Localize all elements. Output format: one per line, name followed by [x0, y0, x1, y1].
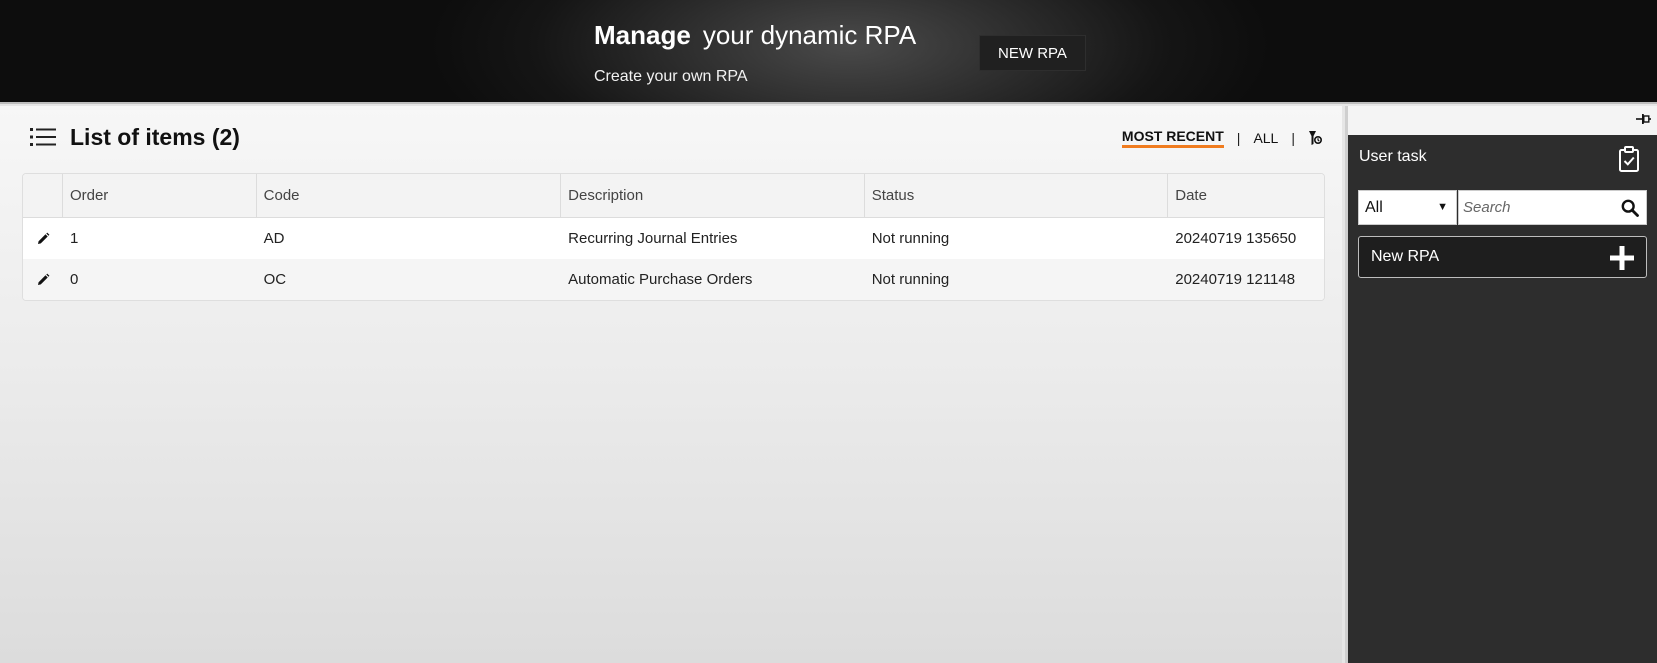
column-header-code[interactable]: Code	[257, 174, 562, 217]
list-title: List of items (2)	[70, 124, 240, 150]
edit-icon[interactable]	[36, 232, 50, 246]
list-filters: MOST RECENT | ALL |	[1121, 128, 1322, 148]
filter-most-recent[interactable]: MOST RECENT	[1121, 128, 1224, 148]
search-icon[interactable]	[1621, 199, 1639, 217]
edit-cell	[23, 259, 63, 300]
main-panel: List of items (2) MOST RECENT | ALL | Or…	[0, 106, 1342, 663]
user-task-sidebar: User task All ▼ New RPA	[1345, 106, 1657, 663]
sidebar-title: User task	[1359, 148, 1427, 165]
column-header-status[interactable]: Status	[865, 174, 1169, 217]
cell-description: Automatic Purchase Orders	[568, 271, 753, 288]
header-title-bold: Manage	[594, 20, 691, 50]
cell-code: OC	[263, 271, 287, 288]
filter-icon[interactable]	[1308, 130, 1322, 146]
cell-date: 20240719 121148	[1175, 271, 1296, 288]
task-item-new-rpa[interactable]: New RPA	[1358, 236, 1647, 278]
list-icon	[30, 128, 56, 146]
column-header-order[interactable]: Order	[63, 174, 257, 217]
column-header-description[interactable]: Description	[561, 174, 865, 217]
clipboard-check-icon[interactable]	[1618, 146, 1640, 172]
task-type-select[interactable]: All ▼	[1358, 190, 1457, 225]
cell-order: 1	[69, 230, 79, 247]
table-row[interactable]: 1 AD Recurring Journal Entries Not runni…	[23, 218, 1324, 259]
search-input[interactable]	[1459, 191, 1609, 224]
filter-separator: |	[1236, 130, 1241, 146]
cell-order: 0	[69, 271, 79, 288]
header-subtitle: Create your own RPA	[594, 68, 748, 85]
column-header-date[interactable]: Date	[1168, 174, 1324, 217]
header-edit-column	[23, 174, 63, 217]
edit-cell	[23, 218, 63, 259]
table-row[interactable]: 0 OC Automatic Purchase Orders Not runni…	[23, 259, 1324, 300]
cell-description: Recurring Journal Entries	[568, 230, 738, 247]
sidebar-topbar	[1348, 106, 1657, 135]
plus-icon[interactable]	[1610, 246, 1634, 270]
cell-date: 20240719 135650	[1175, 230, 1297, 247]
filter-separator: |	[1291, 130, 1295, 146]
header-title: Manage your dynamic RPA	[594, 20, 916, 51]
edit-icon[interactable]	[36, 273, 50, 287]
cell-status: Not running	[871, 271, 950, 288]
sidebar-search-box	[1458, 190, 1647, 225]
cell-code: AD	[263, 230, 285, 247]
chevron-down-icon: ▼	[1437, 201, 1448, 213]
header-title-light: your dynamic RPA	[702, 20, 917, 50]
header-banner: Manage your dynamic RPA Create your own R…	[0, 0, 1657, 104]
task-item-label: New RPA	[1371, 248, 1440, 265]
cell-status: Not running	[871, 230, 950, 247]
filter-all[interactable]: ALL	[1253, 130, 1278, 146]
new-rpa-button[interactable]: NEW RPA	[979, 35, 1086, 71]
items-table: Order Code Description Status Date 1 AD …	[22, 173, 1325, 301]
pin-icon[interactable]	[1636, 113, 1651, 125]
task-type-select-value: All	[1365, 199, 1383, 216]
table-header-row: Order Code Description Status Date	[23, 174, 1324, 218]
